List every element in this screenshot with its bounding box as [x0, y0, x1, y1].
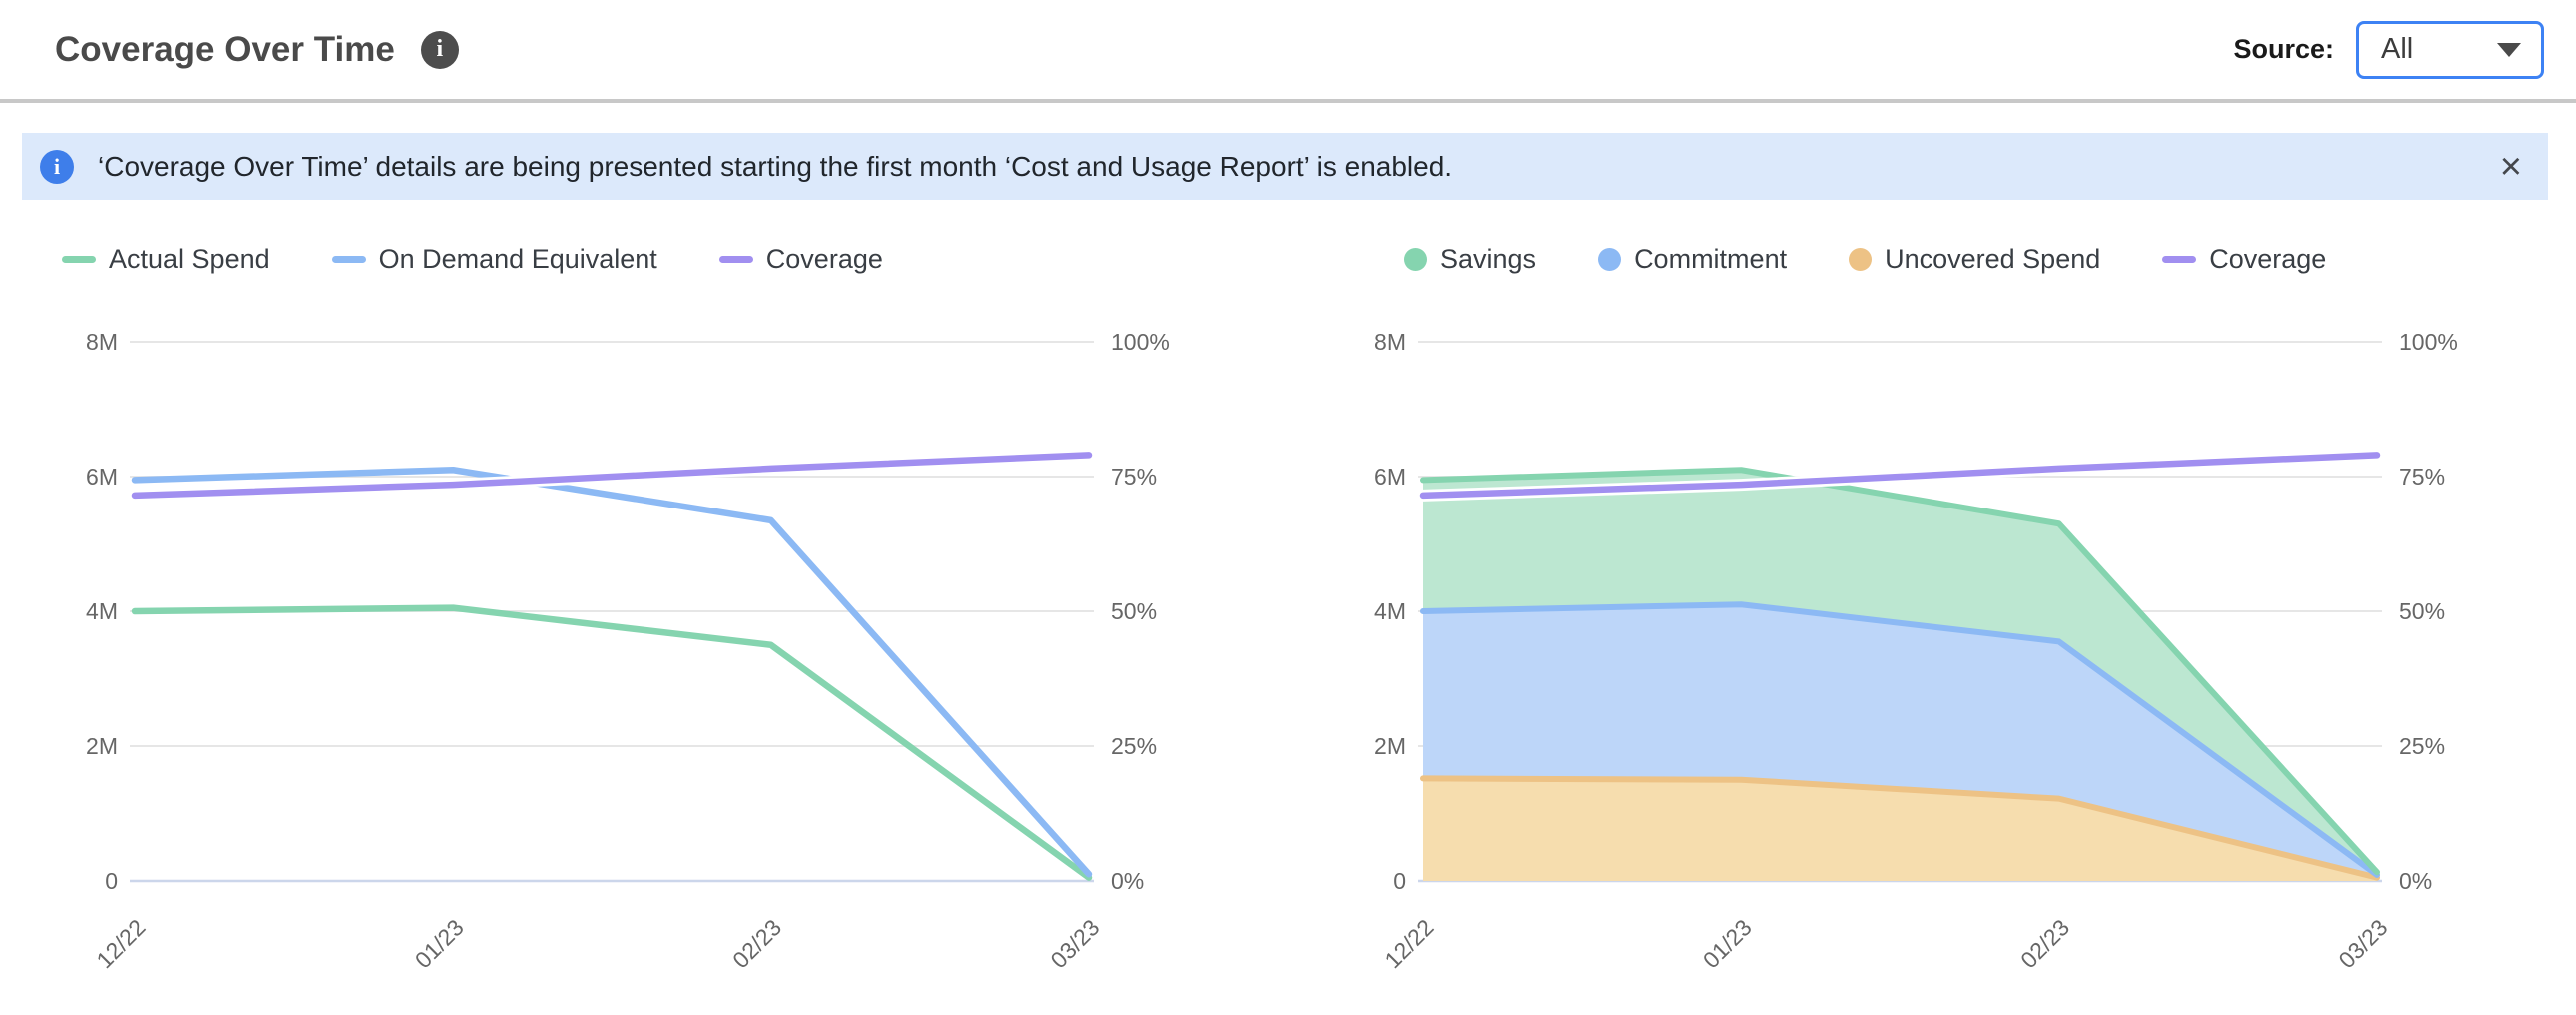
savings-swatch-icon: [1404, 248, 1427, 271]
svg-text:0%: 0%: [2399, 868, 2432, 894]
header-title-group: Coverage Over Time i: [55, 30, 459, 70]
legend-item-uncovered-spend[interactable]: Uncovered Spend: [1849, 244, 2100, 275]
coverage-swatch-icon: [2162, 256, 2196, 263]
legend-label: Coverage: [766, 244, 883, 275]
svg-text:75%: 75%: [1111, 464, 1157, 490]
svg-text:0%: 0%: [1111, 868, 1144, 894]
coverage-swatch-icon: [719, 256, 753, 263]
svg-text:01/23: 01/23: [410, 914, 469, 973]
legend-item-commitment[interactable]: Commitment: [1598, 244, 1787, 275]
svg-text:75%: 75%: [2399, 464, 2445, 490]
svg-text:2M: 2M: [1374, 733, 1406, 759]
chart-coverage-areas: Savings Commitment Uncovered Spend Coverage…: [1288, 228, 2576, 989]
legend-label: Actual Spend: [109, 244, 270, 275]
banner-text: ‘Coverage Over Time’ details are being p…: [98, 151, 2500, 183]
svg-text:03/23: 03/23: [2333, 914, 2392, 973]
legend-item-savings[interactable]: Savings: [1404, 244, 1536, 275]
svg-text:25%: 25%: [1111, 733, 1157, 759]
legend-left-chart: Actual Spend On Demand Equivalent Coverage: [0, 228, 1288, 290]
svg-text:25%: 25%: [2399, 733, 2445, 759]
page-title: Coverage Over Time: [55, 30, 395, 70]
on-demand-equivalent-swatch-icon: [332, 256, 366, 263]
caret-down-icon: [2497, 43, 2521, 57]
area-chart-svg[interactable]: 8M 6M 4M 2M 0 100% 75% 50% 25% 0% 12/22 01/23 02/23 0…: [1288, 290, 2576, 989]
chart-spend-lines: Actual Spend On Demand Equivalent Coverage…: [0, 228, 1288, 989]
svg-text:12/22: 12/22: [1379, 914, 1438, 973]
svg-text:0: 0: [105, 868, 118, 894]
legend-right-chart: Savings Commitment Uncovered Spend Coverage: [1288, 228, 2576, 290]
svg-text:4M: 4M: [1374, 598, 1406, 624]
svg-text:0: 0: [1393, 868, 1406, 894]
source-dropdown[interactable]: All: [2356, 21, 2544, 79]
legend-item-on-demand-equivalent[interactable]: On Demand Equivalent: [332, 244, 657, 275]
svg-text:01/23: 01/23: [1698, 914, 1757, 973]
actual-spend-swatch-icon: [62, 256, 96, 263]
svg-text:6M: 6M: [1374, 464, 1406, 490]
svg-text:50%: 50%: [2399, 598, 2445, 624]
source-dropdown-value: All: [2381, 33, 2413, 66]
legend-label: Uncovered Spend: [1885, 244, 2100, 275]
svg-text:2M: 2M: [86, 733, 118, 759]
legend-label: Commitment: [1634, 244, 1787, 275]
charts-row: Actual Spend On Demand Equivalent Coverage…: [0, 228, 2576, 989]
line-chart-svg[interactable]: 8M 6M 4M 2M 0 100% 75% 50% 25% 0% 12/22 01/23 02/23 0…: [0, 290, 1288, 989]
banner-info-icon: i: [40, 150, 74, 184]
svg-text:50%: 50%: [1111, 598, 1157, 624]
source-label: Source:: [2233, 34, 2334, 65]
svg-text:6M: 6M: [86, 464, 118, 490]
source-filter: Source: All: [2233, 21, 2544, 79]
svg-text:03/23: 03/23: [1045, 914, 1104, 973]
svg-text:12/22: 12/22: [91, 914, 150, 973]
banner-close-button[interactable]: ×: [2500, 148, 2522, 186]
svg-text:100%: 100%: [1111, 329, 1170, 355]
svg-text:100%: 100%: [2399, 329, 2458, 355]
svg-text:4M: 4M: [86, 598, 118, 624]
svg-text:02/23: 02/23: [2015, 914, 2074, 973]
svg-text:8M: 8M: [1374, 329, 1406, 355]
legend-item-coverage[interactable]: Coverage: [2162, 244, 2326, 275]
page-header: Coverage Over Time i Source: All: [0, 0, 2576, 103]
svg-text:02/23: 02/23: [727, 914, 786, 973]
info-icon[interactable]: i: [421, 31, 459, 69]
uncovered-spend-swatch-icon: [1849, 248, 1872, 271]
legend-item-actual-spend[interactable]: Actual Spend: [62, 244, 270, 275]
commitment-swatch-icon: [1598, 248, 1621, 271]
legend-item-coverage[interactable]: Coverage: [719, 244, 883, 275]
svg-text:8M: 8M: [86, 329, 118, 355]
legend-label: Coverage: [2209, 244, 2326, 275]
legend-label: Savings: [1440, 244, 1536, 275]
legend-label: On Demand Equivalent: [379, 244, 657, 275]
info-banner: i ‘Coverage Over Time’ details are being…: [22, 133, 2548, 200]
